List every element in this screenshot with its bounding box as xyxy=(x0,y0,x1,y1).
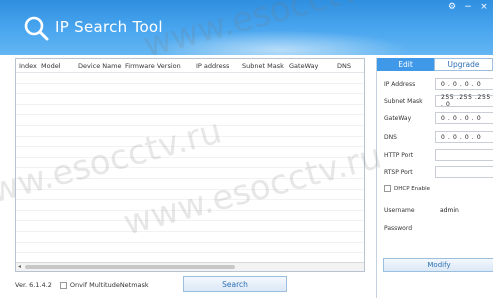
bottom-bar: Ver. 6.1.4.2 Onvif MultitudeNetmask Sear… xyxy=(15,276,365,294)
password-row: Password xyxy=(384,222,493,234)
table-row[interactable] xyxy=(16,147,364,158)
table-row[interactable] xyxy=(16,94,364,105)
username-label: Username xyxy=(384,206,415,214)
tab-edit[interactable]: Edit xyxy=(377,58,434,71)
window-controls: ⚙ − × xyxy=(447,2,489,12)
table-row[interactable] xyxy=(16,179,364,190)
http-port-field[interactable] xyxy=(435,149,493,161)
modify-button[interactable]: Modify xyxy=(383,258,493,272)
dhcp-enable-option[interactable]: DHCP Enable xyxy=(384,185,430,192)
col-device-name[interactable]: Device Name xyxy=(75,62,122,70)
table-row[interactable] xyxy=(16,232,364,243)
table-row[interactable] xyxy=(16,200,364,211)
close-icon[interactable]: × xyxy=(479,2,489,12)
table-row[interactable] xyxy=(16,73,364,84)
col-dns[interactable]: DNS xyxy=(334,62,364,70)
username-row: Username admin xyxy=(384,204,493,216)
onvif-checkbox[interactable] xyxy=(59,281,67,289)
dhcp-label: DHCP Enable xyxy=(394,185,431,192)
edit-panel: Edit Upgrade IP Address 0 . 0 . 0 . 0 Su… xyxy=(376,58,493,298)
ip-address-row: IP Address 0 . 0 . 0 . 0 xyxy=(384,78,493,90)
onvif-multitude-netmask-option[interactable]: Onvif MultitudeNetmask xyxy=(59,281,149,289)
table-row[interactable] xyxy=(16,105,364,116)
col-subnet-mask[interactable]: Subnet Mask xyxy=(239,62,286,70)
gateway-field[interactable]: 0 . 0 . 0 . 0 xyxy=(435,112,493,124)
subnet-mask-row: Subnet Mask 255 .255 .255 . 0 xyxy=(384,94,493,108)
panel-tabs: Edit Upgrade xyxy=(377,58,493,71)
ip-address-field[interactable]: 0 . 0 . 0 . 0 xyxy=(435,78,493,90)
search-button[interactable]: Search xyxy=(183,276,287,292)
onvif-label: Onvif MultitudeNetmask xyxy=(69,281,149,289)
gateway-label: GateWay xyxy=(384,114,412,122)
subnet-mask-label: Subnet Mask xyxy=(384,97,423,105)
password-label: Password xyxy=(384,224,413,232)
dns-label: DNS xyxy=(384,133,397,141)
table-row[interactable] xyxy=(16,137,364,148)
table-row[interactable] xyxy=(16,221,364,232)
table-body xyxy=(16,73,364,264)
device-table[interactable]: Index Model Device Name Firmware Version… xyxy=(15,58,365,272)
search-icon xyxy=(24,16,49,41)
col-index[interactable]: Index xyxy=(16,62,38,70)
ip-address-label: IP Address xyxy=(384,80,416,88)
password-field[interactable] xyxy=(435,222,493,234)
rtsp-port-label: RTSP Port xyxy=(384,168,413,176)
subnet-mask-field[interactable]: 255 .255 .255 . 0 xyxy=(435,94,493,108)
gateway-row: GateWay 0 . 0 . 0 . 0 xyxy=(384,112,493,124)
table-row[interactable] xyxy=(16,158,364,169)
table-header: Index Model Device Name Firmware Version… xyxy=(16,59,364,73)
username-field[interactable]: admin xyxy=(435,204,493,216)
title-glow xyxy=(150,30,410,55)
version-label: Ver. 6.1.4.2 xyxy=(15,281,52,289)
dhcp-checkbox[interactable] xyxy=(384,185,391,192)
dns-row: DNS 0 . 0 . 0 . 0 xyxy=(384,131,493,143)
table-row[interactable] xyxy=(16,168,364,179)
minimize-icon[interactable]: − xyxy=(463,2,473,12)
col-model[interactable]: Model xyxy=(38,62,75,70)
http-port-label: HTTP Port xyxy=(384,151,414,159)
http-port-row: HTTP Port xyxy=(384,149,493,161)
col-ip-address[interactable]: IP address xyxy=(193,62,239,70)
table-row[interactable] xyxy=(16,115,364,126)
title-bar: IP Search Tool ⚙ − × xyxy=(0,0,493,55)
scrollbar-thumb[interactable] xyxy=(25,265,235,269)
settings-icon[interactable]: ⚙ xyxy=(447,2,457,12)
dns-field[interactable]: 0 . 0 . 0 . 0 xyxy=(435,131,493,143)
table-row[interactable] xyxy=(16,126,364,137)
app-title: IP Search Tool xyxy=(55,18,163,36)
rtsp-port-row: RTSP Port xyxy=(384,166,493,178)
table-row[interactable] xyxy=(16,84,364,95)
rtsp-port-field[interactable] xyxy=(435,166,493,178)
col-firmware-version[interactable]: Firmware Version xyxy=(122,62,193,70)
table-row[interactable] xyxy=(16,211,364,222)
tab-upgrade[interactable]: Upgrade xyxy=(434,58,493,71)
scroll-left-icon[interactable]: ◂ xyxy=(18,263,21,270)
table-row[interactable] xyxy=(16,243,364,254)
col-gateway[interactable]: GateWay xyxy=(286,62,334,70)
table-row[interactable] xyxy=(16,190,364,201)
horizontal-scrollbar[interactable]: ◂ xyxy=(16,262,364,271)
